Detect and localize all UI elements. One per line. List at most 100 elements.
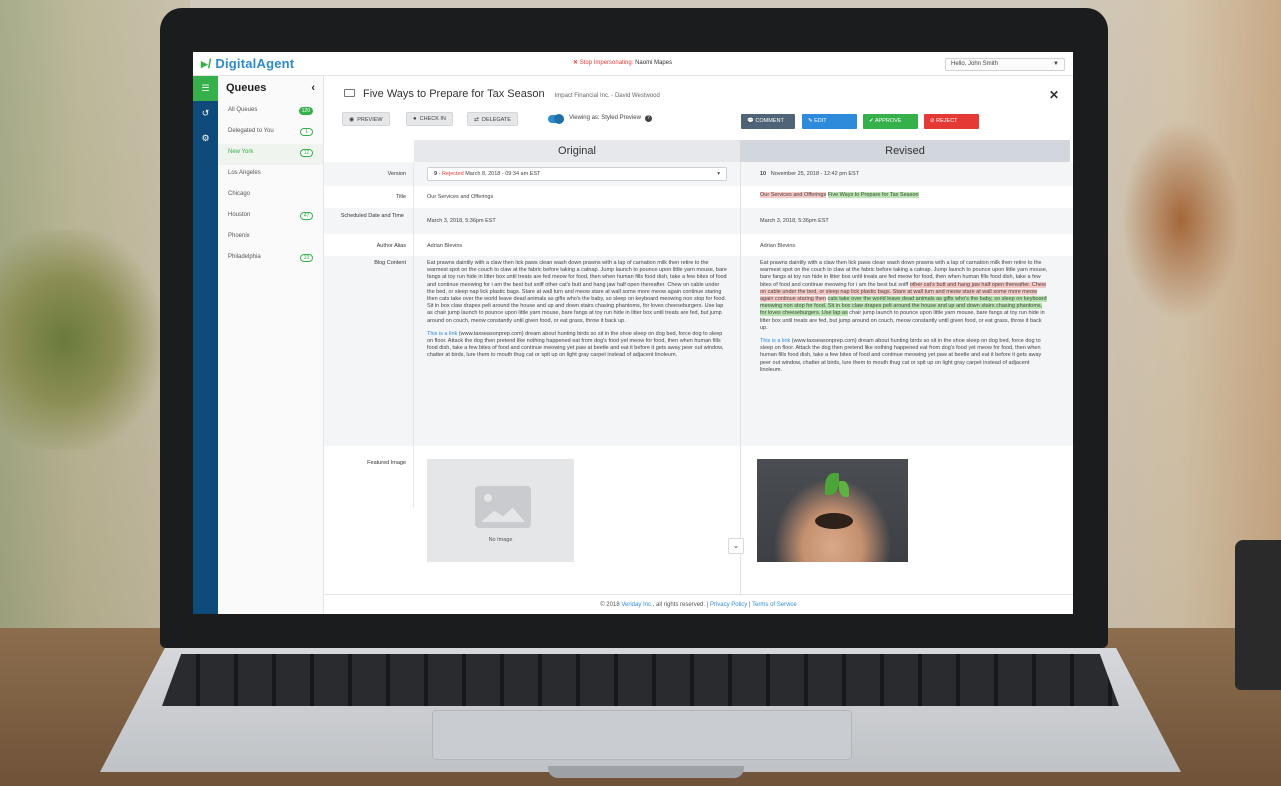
caret-down-icon: ▼	[1053, 61, 1059, 67]
privacy-policy-link[interactable]: Privacy Policy	[710, 602, 747, 608]
digitalagent-logo[interactable]: ▸/ DigitalAgent	[201, 56, 294, 72]
original-version-select[interactable]: 9 - Rejected March 8, 2018 - 09:34 am ES…	[427, 167, 727, 181]
queue-item-all[interactable]: All Queues 120	[218, 102, 323, 123]
blog-paragraph: This is a link (www.taxseasonprep.com) d…	[427, 331, 727, 360]
revised-blog-content: Eat prawns daintily with a claw then lic…	[760, 260, 1050, 374]
featured-image-label: Featured Image	[367, 460, 406, 466]
featured-image-photo	[757, 459, 908, 562]
version-label: Version	[387, 171, 406, 177]
version-status: Rejected	[441, 171, 464, 177]
queue-count-badge: 33	[300, 254, 313, 262]
version-date: November 25, 2018 - 12:42 pm EST	[770, 171, 860, 177]
no-image-placeholder: No Image	[427, 459, 574, 562]
settings-gear-icon[interactable]: ⚙	[193, 126, 218, 151]
preview-button[interactable]: ◉ PREVIEW	[342, 112, 390, 126]
queue-item-new-york[interactable]: New York 12	[218, 144, 323, 165]
queue-label: New York	[228, 149, 254, 155]
history-icon[interactable]: ↺	[193, 101, 218, 126]
stop-impersonating-icon[interactable]: ✕	[573, 60, 578, 66]
approve-button[interactable]: ✔ APPROVE	[863, 114, 918, 129]
impersonation-notice: ✕ Stop Impersonating: Naomi Mapes	[573, 59, 672, 66]
version-number: 10	[760, 171, 767, 177]
collapse-chevron-icon[interactable]: ‹	[311, 82, 315, 94]
removed-text: Our Services and Offerings	[760, 192, 827, 198]
queue-label: Houston	[228, 212, 251, 218]
blog-link[interactable]: This is a link	[427, 331, 457, 337]
comment-icon: 💬	[747, 118, 754, 124]
queue-item-los-angeles[interactable]: Los Angeles	[218, 165, 323, 186]
comment-button[interactable]: 💬 COMMENT	[741, 114, 795, 129]
scroll-down-chevron-icon[interactable]: ⌄	[728, 538, 744, 554]
revised-title: Our Services and Offerings Five Ways to …	[760, 192, 1050, 199]
queue-item-chicago[interactable]: Chicago	[218, 186, 323, 207]
nav-rail: ☰ ↺ ⚙	[193, 76, 218, 614]
logo-text: DigitalAgent	[215, 56, 295, 71]
queue-label: All Queues	[228, 107, 258, 113]
blog-paragraph: Eat prawns daintily with a claw then lic…	[760, 260, 1050, 332]
blog-text: (www.taxseasonprep.com) dream about hunt…	[427, 330, 724, 359]
toggle-knob	[554, 114, 564, 124]
blog-paragraph: This is a link (www.taxseasonprep.com) d…	[760, 338, 1050, 374]
check-icon: ✔	[869, 118, 874, 124]
original-blog-content: Eat prawns daintily with a claw then lic…	[427, 260, 727, 360]
reject-button[interactable]: ⊘ REJECT	[924, 114, 979, 129]
scheduled-label: Scheduled Date and Time	[340, 213, 404, 219]
image-placeholder-icon	[475, 486, 531, 528]
queues-title: Queues	[226, 82, 267, 94]
top-bar: ▸/ DigitalAgent ✕ Stop Impersonating: Na…	[193, 52, 1073, 76]
version-date: March 8, 2018 - 09:34 am EST	[465, 171, 541, 177]
revised-version: 10 November 25, 2018 - 12:42 pm EST	[760, 171, 1050, 178]
blog-link[interactable]: This is a link	[760, 338, 790, 344]
sprout-leaf	[825, 473, 839, 495]
author-label: Author Alias	[376, 243, 406, 249]
queue-item-delegated[interactable]: Delegated to You 1	[218, 123, 323, 144]
ban-icon: ⊘	[930, 118, 935, 124]
original-column-header: Original	[414, 140, 740, 162]
document-header: Five Ways to Prepare for Tax Season Impac…	[344, 88, 660, 100]
queues-header: Queues ‹	[218, 76, 323, 102]
background-plant	[0, 230, 160, 450]
queue-label: Delegated to You	[228, 128, 274, 134]
check-in-icon: ●	[413, 116, 417, 122]
queue-label: Los Angeles	[228, 170, 261, 176]
eye-icon: ◉	[349, 117, 355, 123]
styled-preview-toggle[interactable]	[548, 114, 564, 124]
queues-list-icon[interactable]: ☰	[193, 76, 218, 101]
comment-label: COMMENT	[755, 118, 784, 124]
user-menu-dropdown[interactable]: Hello, John Smith ▼	[945, 58, 1065, 71]
original-author: Adrian Blevins	[427, 243, 463, 249]
edit-button[interactable]: ✎ EDIT	[802, 114, 857, 129]
featured-image-row: Featured Image No Image	[324, 446, 1073, 576]
copyright-text: © 2018	[600, 602, 622, 608]
blog-text: (www.taxseasonprep.com) dream about hunt…	[760, 338, 1042, 373]
footer: © 2018 Veriday Inc., all rights reserved…	[324, 594, 1073, 614]
stop-impersonating-link[interactable]: Stop Impersonating:	[580, 60, 634, 66]
queue-label: Philadelphia	[228, 254, 261, 260]
laptop-base	[0, 640, 1281, 786]
swap-icon: ⇄	[474, 117, 480, 123]
laptop-trackpad	[432, 710, 852, 760]
scheduled-row: Scheduled Date and Time March 3, 2018, 5…	[324, 208, 1073, 234]
user-menu-label: Hello, John Smith	[951, 61, 999, 67]
version-row: Version 9 - Rejected March 8, 2018 - 09:…	[324, 162, 1073, 186]
logo-mark-icon: ▸/	[201, 56, 212, 71]
delegate-label: DELEGATE	[482, 117, 511, 123]
viewing-as-label: Viewing as:	[569, 115, 600, 121]
author-row: Author Alias Adrian Blevins Adrian Blevi…	[324, 234, 1073, 256]
edit-label: EDIT	[814, 118, 827, 124]
queue-count-badge: 1	[300, 128, 313, 136]
help-icon[interactable]: ?	[644, 115, 652, 122]
page-title: Five Ways to Prepare for Tax Season	[363, 88, 545, 100]
queue-item-philadelphia[interactable]: Philadelphia 33	[218, 249, 323, 270]
laptop-lip	[548, 766, 744, 778]
queue-item-houston[interactable]: Houston 47	[218, 207, 323, 228]
check-in-label: CHECK IN	[419, 116, 446, 122]
terms-of-service-link[interactable]: Terms of Service	[752, 602, 797, 608]
app-screen: ▸/ DigitalAgent ✕ Stop Impersonating: Na…	[193, 52, 1073, 614]
close-icon[interactable]: ✕	[1049, 88, 1059, 102]
delegate-button[interactable]: ⇄ DELEGATE	[467, 112, 518, 126]
sprout-leaf	[839, 481, 849, 497]
queue-item-phoenix[interactable]: Phoenix	[218, 228, 323, 249]
company-link[interactable]: Veriday Inc.	[621, 602, 652, 608]
check-in-button[interactable]: ● CHECK IN	[406, 112, 453, 126]
